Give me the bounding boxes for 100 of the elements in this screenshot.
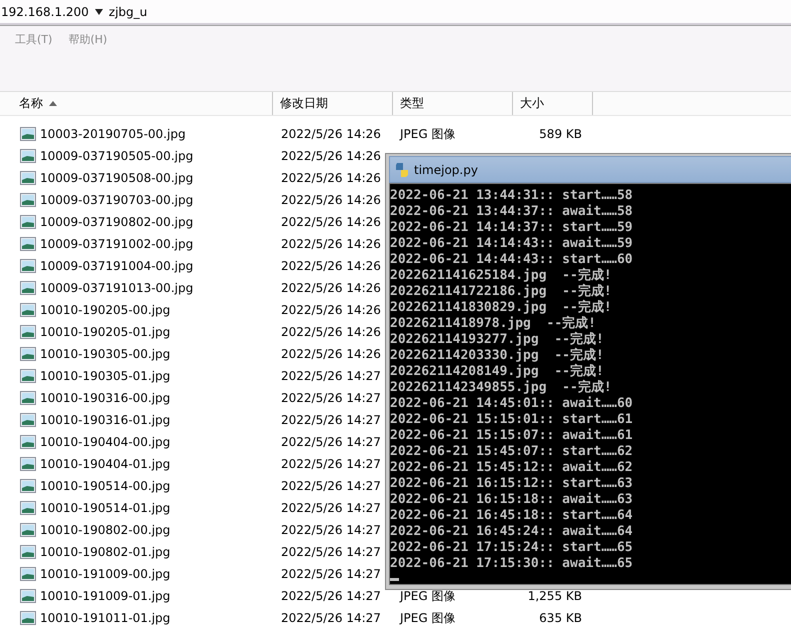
modified-date: 2022/5/26 14:26 [280,149,382,163]
file-name[interactable]: 10010-191009-00.jpg [40,567,170,581]
console-line: 2022-06-21 16:45:18:: start……64 [390,508,634,524]
file-type: JPEG 图像 [398,126,456,142]
file-name[interactable]: 10009-037190508-00.jpg [40,171,194,185]
column-header[interactable]: 大小 [513,92,593,115]
file-name[interactable]: 10010-190205-01.jpg [40,325,170,339]
image-file-icon [20,567,36,581]
file-name[interactable]: 10003-20190705-00.jpg [40,127,186,141]
column-label: 修改日期 [280,95,328,112]
modified-date: 2022/5/26 14:26 [280,347,382,361]
modified-date: 2022/5/26 14:26 [280,281,382,295]
modified-date: 2022/5/26 14:27 [280,413,382,427]
console-line: 2022621141830829.jpg --完成! [390,300,613,316]
file-name[interactable]: 10010-190316-00.jpg [40,391,170,405]
modified-date: 2022/5/26 14:26 [280,171,382,185]
file-type: JPEG 图像 [398,610,456,626]
text-cursor [390,578,399,581]
image-file-icon [20,589,36,603]
file-name[interactable]: 10010-190404-00.jpg [40,435,170,449]
console-line: 2022621141625184.jpg --完成! [390,268,613,284]
address-segment[interactable]: zjbg_u [108,5,148,19]
file-name[interactable]: 10010-190802-00.jpg [40,523,170,537]
file-name[interactable]: 10010-190404-01.jpg [40,457,170,471]
file-name[interactable]: 10009-037190505-00.jpg [40,149,194,163]
column-label: 类型 [400,95,424,112]
console-line: 2022-06-21 16:15:12:: start……63 [390,476,634,492]
image-file-icon [20,369,36,383]
modified-date: 2022/5/26 14:26 [280,193,382,207]
modified-date: 2022/5/26 14:27 [280,589,382,603]
file-name[interactable]: 10010-190205-00.jpg [40,303,170,317]
image-file-icon [20,347,36,361]
dropdown-caret-icon[interactable] [94,9,103,15]
file-name[interactable]: 10010-190316-01.jpg [40,413,170,427]
console-line: 2022-06-21 15:15:01:: start……61 [390,412,634,428]
console-line: 202262114203330.jpg --完成! [390,348,605,364]
image-file-icon [20,611,36,625]
console-line: 2022-06-21 15:45:12:: await……62 [390,460,634,476]
console-line: 2022-06-21 17:15:24:: start……65 [390,540,634,556]
modified-date: 2022/5/26 14:27 [280,611,382,625]
address-segment[interactable]: 192.168.1.200 [1,5,89,19]
file-name[interactable]: 10010-190305-01.jpg [40,369,170,383]
image-file-icon [20,149,36,163]
image-file-icon [20,435,36,449]
file-name[interactable]: 10010-191009-01.jpg [40,589,170,603]
file-name[interactable]: 10010-190514-01.jpg [40,501,170,515]
column-header[interactable]: 名称 [0,92,273,115]
modified-date: 2022/5/26 14:26 [280,259,382,273]
image-file-icon [20,479,36,493]
file-name[interactable]: 10009-037191004-00.jpg [40,259,194,273]
image-file-icon [20,325,36,339]
modified-date: 2022/5/26 14:26 [280,237,382,251]
console-line: 20226211418978.jpg --完成! [390,316,598,332]
file-size: 589 KB [538,127,583,141]
file-name[interactable]: 10010-190305-00.jpg [40,347,170,361]
image-file-icon [20,127,36,141]
image-file-icon [20,523,36,537]
file-name[interactable]: 10009-037191013-00.jpg [40,281,194,295]
modified-date: 2022/5/26 14:27 [280,479,382,493]
console-line: 2022-06-21 14:44:43:: start……60 [390,252,634,268]
file-name[interactable]: 10010-191011-01.jpg [40,611,170,625]
modified-date: 2022/5/26 14:27 [280,567,382,581]
console-title-bar[interactable]: timejop.py [389,156,791,183]
image-file-icon [20,303,36,317]
column-label: 大小 [520,95,544,112]
file-name[interactable]: 10009-037191002-00.jpg [40,237,194,251]
image-file-icon [20,391,36,405]
image-file-icon [20,457,36,471]
console-line: 2022-06-21 14:14:43:: await……59 [390,236,634,252]
column-header[interactable]: 修改日期 [273,92,393,115]
file-name[interactable]: 10009-037190802-00.jpg [40,215,194,229]
console-line: 2022-06-21 16:45:24:: await……64 [390,524,634,540]
console-line: 2022-06-21 13:44:37:: await……58 [390,204,634,220]
file-name[interactable]: 10010-190514-00.jpg [40,479,170,493]
modified-date: 2022/5/26 14:26 [280,303,382,317]
console-line: 2022-06-21 14:14:37:: start……59 [390,220,634,236]
image-file-icon [20,215,36,229]
file-name[interactable]: 10009-037190703-00.jpg [40,193,194,207]
modified-date: 2022/5/26 14:27 [280,435,382,449]
modified-date: 2022/5/26 14:27 [280,457,382,471]
console-line: 2022-06-21 17:15:30:: await……65 [390,556,634,572]
modified-date: 2022/5/26 14:27 [280,369,382,383]
console-line: 2022-06-21 16:15:18:: await……63 [390,492,634,508]
column-label: 名称 [19,95,43,112]
modified-date: 2022/5/26 14:27 [280,501,382,515]
file-type: JPEG 图像 [398,588,456,604]
console-line: 202262114193277.jpg --完成! [390,332,605,348]
console-line: 2022621141722186.jpg --完成! [390,284,613,300]
image-file-icon [20,413,36,427]
file-name[interactable]: 10010-190802-01.jpg [40,545,170,559]
console-line: 2022621142349855.jpg --完成! [390,380,613,396]
image-file-icon [20,237,36,251]
modified-date: 2022/5/26 14:26 [280,127,382,141]
console-line: 2022-06-21 14:45:01:: await……60 [390,396,634,412]
window-title: timejop.py [414,162,478,176]
console-line: 202262114208149.jpg --完成! [390,364,605,380]
image-file-icon [20,281,36,295]
file-size: 1,255 KB [526,589,583,603]
column-header[interactable]: 类型 [393,92,513,115]
console-line: 2022-06-21 15:45:07:: start……62 [390,444,634,460]
